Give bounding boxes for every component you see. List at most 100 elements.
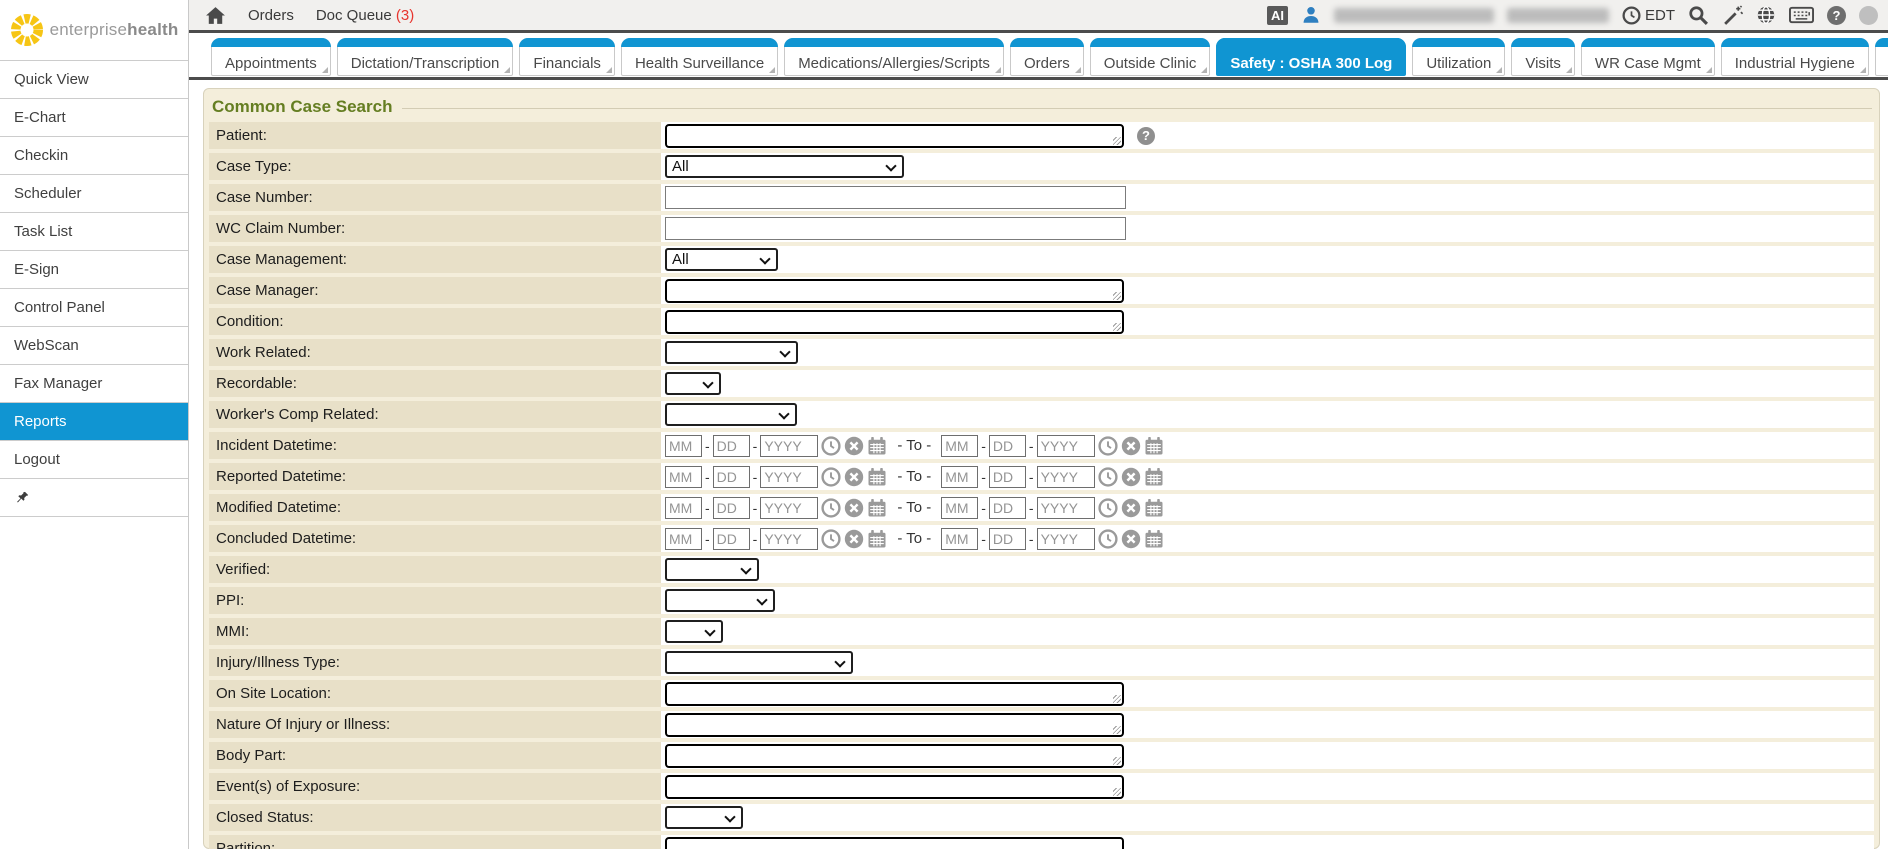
day-input[interactable] (989, 528, 1026, 550)
help-icon[interactable]: ? (1827, 6, 1846, 25)
tab-health-surveillance[interactable]: Health Surveillance (621, 38, 778, 76)
calendar-icon[interactable] (1144, 498, 1164, 518)
calendar-icon[interactable] (1144, 529, 1164, 549)
year-input[interactable] (1037, 497, 1095, 519)
time-picker-icon[interactable] (821, 436, 841, 456)
tab-appointments[interactable]: Appointments (211, 38, 331, 76)
day-input[interactable] (713, 466, 750, 488)
avatar-placeholder[interactable] (1859, 6, 1878, 25)
day-input[interactable] (989, 497, 1026, 519)
sidebar-item-reports[interactable]: Reports (0, 403, 188, 441)
pin-icon[interactable] (15, 490, 30, 505)
time-picker-icon[interactable] (821, 529, 841, 549)
tab-industrial-hygiene[interactable]: Industrial Hygiene (1721, 38, 1869, 76)
home-icon[interactable] (205, 6, 226, 25)
month-input[interactable] (941, 435, 978, 457)
tab-outside-clinic[interactable]: Outside Clinic (1090, 38, 1211, 76)
year-input[interactable] (760, 435, 818, 457)
magic-wand-icon[interactable] (1722, 5, 1743, 26)
clear-date-icon[interactable] (844, 467, 864, 487)
time-picker-icon[interactable] (1098, 467, 1118, 487)
calendar-icon[interactable] (867, 467, 887, 487)
month-input[interactable] (941, 528, 978, 550)
time-picker-icon[interactable] (1098, 436, 1118, 456)
sidebar-item-e-chart[interactable]: E-Chart (0, 99, 188, 137)
worker-s-comp-related-select[interactable] (665, 403, 797, 426)
month-input[interactable] (665, 528, 702, 550)
sidebar-item-logout[interactable]: Logout (0, 441, 188, 479)
keyboard-icon[interactable] (1789, 6, 1814, 24)
year-input[interactable] (760, 497, 818, 519)
day-input[interactable] (989, 466, 1026, 488)
ppi-select[interactable] (665, 589, 775, 612)
month-input[interactable] (665, 435, 702, 457)
tab-visits[interactable]: Visits (1511, 38, 1575, 76)
year-input[interactable] (1037, 466, 1095, 488)
case-manager-input[interactable] (665, 279, 1124, 303)
clear-date-icon[interactable] (1121, 529, 1141, 549)
year-input[interactable] (1037, 435, 1095, 457)
tab-wr-case-mgmt[interactable]: WR Case Mgmt (1581, 38, 1715, 76)
closed-status-select[interactable] (665, 806, 743, 829)
field-help-icon[interactable]: ? (1137, 127, 1155, 145)
mmi-select[interactable] (665, 620, 723, 643)
year-input[interactable] (760, 528, 818, 550)
work-related-select[interactable] (665, 341, 798, 364)
injury-illness-type-select[interactable] (665, 651, 853, 674)
calendar-icon[interactable] (867, 529, 887, 549)
day-input[interactable] (713, 435, 750, 457)
month-input[interactable] (941, 466, 978, 488)
year-input[interactable] (760, 466, 818, 488)
tab-hr-data-feed[interactable]: HR Data Feed (1875, 38, 1888, 76)
tab-utilization[interactable]: Utilization (1412, 38, 1505, 76)
search-icon[interactable] (1688, 5, 1709, 26)
sidebar-item-control-panel[interactable]: Control Panel (0, 289, 188, 327)
wc-claim-number-input[interactable] (665, 217, 1126, 240)
tab-orders[interactable]: Orders (1010, 38, 1084, 76)
calendar-icon[interactable] (1144, 467, 1164, 487)
clear-date-icon[interactable] (1121, 436, 1141, 456)
nature-of-injury-or-illness-input[interactable] (665, 713, 1124, 737)
time-picker-icon[interactable] (821, 498, 841, 518)
sidebar-pin-row[interactable] (0, 479, 188, 517)
sidebar-item-task-list[interactable]: Task List (0, 213, 188, 251)
clear-date-icon[interactable] (844, 436, 864, 456)
globe-icon[interactable] (1756, 5, 1776, 25)
year-input[interactable] (1037, 528, 1095, 550)
clear-date-icon[interactable] (1121, 467, 1141, 487)
case-number-input[interactable] (665, 186, 1126, 209)
day-input[interactable] (713, 497, 750, 519)
month-input[interactable] (665, 466, 702, 488)
case-type-select[interactable]: All (665, 155, 904, 178)
tab-financials[interactable]: Financials (519, 38, 615, 76)
tab-medications-allergies-scripts[interactable]: Medications/Allergies/Scripts (784, 38, 1004, 76)
sidebar-item-checkin[interactable]: Checkin (0, 137, 188, 175)
sidebar-item-quick-view[interactable]: Quick View (0, 61, 188, 99)
calendar-icon[interactable] (1144, 436, 1164, 456)
body-part-input[interactable] (665, 744, 1124, 768)
verified-select[interactable] (665, 558, 759, 581)
case-management-select[interactable]: All (665, 248, 778, 271)
sidebar-item-webscan[interactable]: WebScan (0, 327, 188, 365)
day-input[interactable] (713, 528, 750, 550)
sidebar-item-fax-manager[interactable]: Fax Manager (0, 365, 188, 403)
clear-date-icon[interactable] (844, 529, 864, 549)
sidebar-item-scheduler[interactable]: Scheduler (0, 175, 188, 213)
month-input[interactable] (665, 497, 702, 519)
recordable-select[interactable] (665, 372, 721, 395)
nav-orders[interactable]: Orders (248, 7, 294, 24)
time-picker-icon[interactable] (821, 467, 841, 487)
calendar-icon[interactable] (867, 498, 887, 518)
ai-badge[interactable]: AI (1267, 6, 1288, 25)
sidebar-item-e-sign[interactable]: E-Sign (0, 251, 188, 289)
event-s-of-exposure-input[interactable] (665, 775, 1124, 799)
timezone-indicator[interactable]: EDT (1622, 6, 1675, 25)
tab-safety-osha-300-log[interactable]: Safety : OSHA 300 Log (1216, 38, 1406, 76)
clear-date-icon[interactable] (1121, 498, 1141, 518)
time-picker-icon[interactable] (1098, 498, 1118, 518)
calendar-icon[interactable] (867, 436, 887, 456)
tab-dictation-transcription[interactable]: Dictation/Transcription (337, 38, 514, 76)
nav-doc-queue[interactable]: Doc Queue (3) (316, 7, 414, 24)
time-picker-icon[interactable] (1098, 529, 1118, 549)
condition-input[interactable] (665, 310, 1124, 334)
